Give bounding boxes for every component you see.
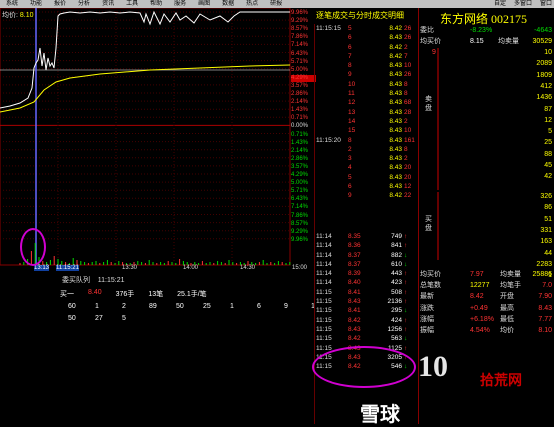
watermark-xueqiu: 雪球 — [360, 404, 400, 426]
watermark-10: 10 — [418, 350, 448, 383]
highlight-ellipse-right — [312, 346, 416, 388]
highlight-ellipse-left — [20, 228, 46, 266]
watermark-site: 拾荒网 — [480, 372, 522, 388]
